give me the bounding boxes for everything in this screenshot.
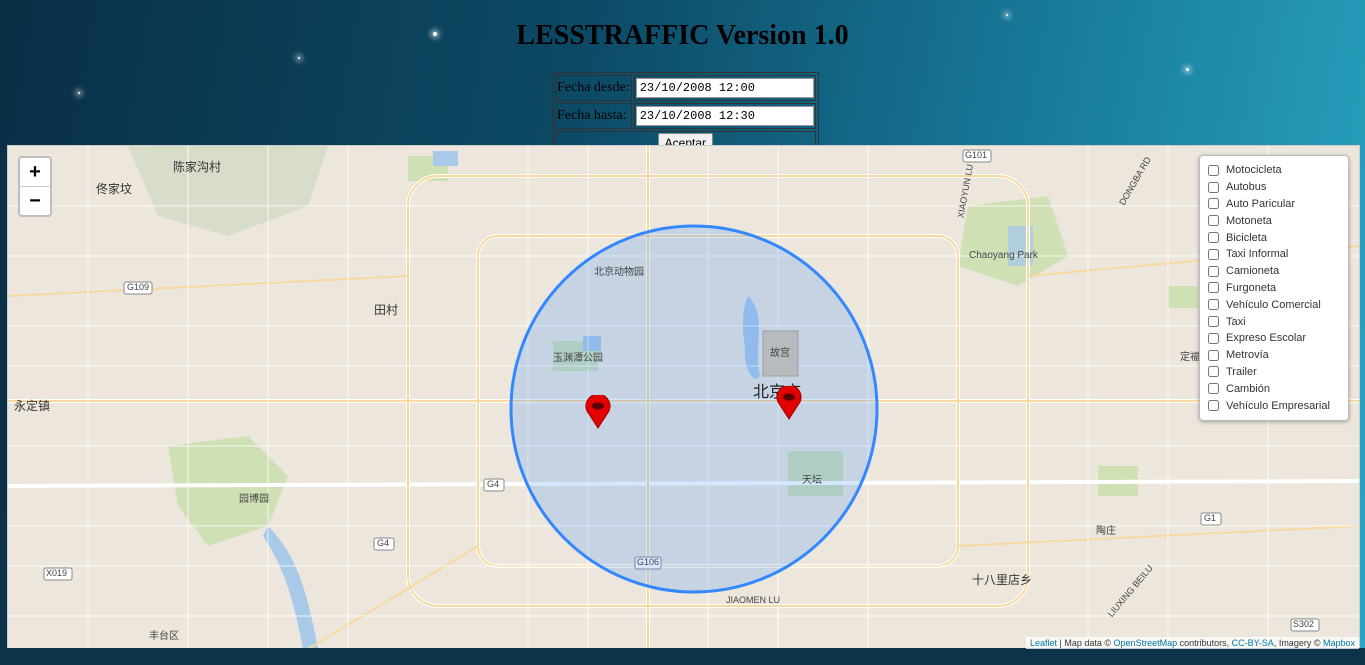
- layer-label: Taxi: [1226, 315, 1246, 328]
- layer-checkbox[interactable]: [1208, 198, 1219, 210]
- layer-label: Auto Paricular: [1226, 197, 1296, 210]
- layer-checkbox[interactable]: [1208, 349, 1219, 361]
- layer-option[interactable]: Camioneta: [1208, 263, 1342, 280]
- highway-shield-label: G109: [127, 282, 150, 292]
- map-label: Chaoyang Park: [969, 250, 1038, 261]
- cc-by-sa-link[interactable]: CC-BY-SA: [1232, 638, 1274, 648]
- zoom-out-button[interactable]: −: [20, 186, 50, 215]
- layer-checkbox[interactable]: [1208, 181, 1219, 193]
- attribution-text: | Map data ©: [1057, 638, 1114, 648]
- layer-option[interactable]: Cambión: [1208, 380, 1342, 397]
- map-pin-icon: [776, 384, 802, 420]
- layer-option[interactable]: Furgoneta: [1208, 280, 1342, 297]
- map-label: JIAOMEN LU: [726, 595, 781, 605]
- layer-label: Camioneta: [1226, 265, 1280, 278]
- layer-label: Autobus: [1226, 181, 1267, 194]
- from-date-label: Fecha desde:: [555, 75, 632, 101]
- layer-label: Taxi Informal: [1226, 248, 1289, 261]
- mapbox-link[interactable]: Mapbox: [1323, 638, 1355, 648]
- layer-option[interactable]: Motocicleta: [1208, 162, 1342, 179]
- layer-option[interactable]: Vehículo Comercial: [1208, 296, 1342, 313]
- from-date-input[interactable]: [635, 78, 814, 98]
- layer-checkbox[interactable]: [1208, 383, 1219, 395]
- attribution-text: contributors,: [1177, 638, 1232, 648]
- map-pin-icon: [585, 393, 611, 429]
- map-label: 故宫: [770, 348, 790, 359]
- layer-option[interactable]: Trailer: [1208, 364, 1342, 381]
- layer-option[interactable]: Auto Paricular: [1208, 196, 1342, 213]
- layer-label: Furgoneta: [1226, 281, 1277, 294]
- to-date-input[interactable]: [635, 106, 814, 126]
- layer-option[interactable]: Taxi Informal: [1208, 246, 1342, 263]
- map-view[interactable]: 陈家沟村 佟家坟 田村 永定镇 园博园 丰台区 北京动物园 玉渊潭公园 故宫 北…: [7, 145, 1360, 650]
- layer-label: Motocicleta: [1226, 164, 1282, 177]
- layer-label: Vehículo Comercial: [1226, 298, 1321, 311]
- layer-label: Metrovía: [1226, 349, 1269, 362]
- highway-shield-label: G4: [487, 479, 500, 489]
- layer-label: Bicicleta: [1226, 231, 1267, 244]
- map-attribution: Leaflet | Map data © OpenStreetMap contr…: [1026, 637, 1359, 649]
- highway-shield-label: G1: [1204, 513, 1217, 523]
- layer-option[interactable]: Bicicleta: [1208, 229, 1342, 246]
- layer-checkbox[interactable]: [1208, 366, 1219, 378]
- map-label: 园博园: [239, 494, 269, 505]
- layer-label: Expreso Escolar: [1226, 332, 1307, 345]
- to-date-label: Fecha hasta:: [555, 103, 632, 129]
- footer-background: [0, 648, 1365, 665]
- layer-checkbox[interactable]: [1208, 282, 1219, 294]
- layer-checkbox[interactable]: [1208, 332, 1219, 344]
- layer-option[interactable]: Autobus: [1208, 179, 1342, 196]
- zoom-in-button[interactable]: +: [20, 158, 50, 186]
- layer-option[interactable]: Motoneta: [1208, 212, 1342, 229]
- map-label: 丰台区: [149, 631, 179, 642]
- highway-shield-label: G106: [637, 557, 660, 567]
- layer-checkbox[interactable]: [1208, 400, 1219, 412]
- star-decoration: [78, 92, 80, 94]
- layer-option[interactable]: Expreso Escolar: [1208, 330, 1342, 347]
- layer-label: Motoneta: [1226, 214, 1272, 227]
- map-label: 北京动物园: [594, 267, 644, 278]
- layer-checkbox[interactable]: [1208, 232, 1219, 244]
- map-label: 陈家沟村: [173, 160, 222, 174]
- layer-option[interactable]: Metrovía: [1208, 347, 1342, 364]
- layer-checkbox[interactable]: [1208, 164, 1219, 176]
- map-label: 十八里店乡: [972, 573, 1033, 587]
- vehicle-layer-control: Motocicleta Autobus Auto Paricular Motoneta…: [1199, 155, 1349, 421]
- highway-shield-label: G101: [965, 150, 988, 160]
- map-label: 永定镇: [14, 399, 51, 413]
- map-label: 陶庄: [1096, 526, 1116, 537]
- layer-label: Cambión: [1226, 382, 1271, 395]
- layer-checkbox[interactable]: [1208, 316, 1219, 328]
- map-label: 天坛: [802, 475, 822, 486]
- highway-shield-label: X019: [46, 568, 68, 578]
- layer-option[interactable]: Vehículo Empresarial: [1208, 397, 1342, 414]
- layer-checkbox[interactable]: [1208, 299, 1219, 311]
- page-title: LESSTRAFFIC Version 1.0: [516, 20, 849, 51]
- layer-checkbox[interactable]: [1208, 248, 1219, 260]
- layer-label: Trailer: [1226, 365, 1257, 378]
- leaflet-link[interactable]: Leaflet: [1030, 638, 1057, 648]
- layer-checkbox[interactable]: [1208, 265, 1219, 277]
- star-decoration: [1186, 68, 1189, 71]
- star-decoration: [298, 57, 300, 59]
- map-marker-pin[interactable]: [774, 384, 804, 425]
- osm-link[interactable]: OpenStreetMap: [1114, 638, 1178, 648]
- map-label: 玉渊潭公园: [553, 353, 603, 364]
- attribution-text: , Imagery ©: [1273, 638, 1323, 648]
- map-tiles: [8, 146, 1359, 649]
- layer-checkbox[interactable]: [1208, 215, 1219, 227]
- search-radius-circle[interactable]: [509, 224, 879, 594]
- layer-label: Vehículo Empresarial: [1226, 399, 1330, 412]
- map-label: 佟家坟: [96, 182, 133, 196]
- map-label: 田村: [374, 303, 399, 317]
- layer-option[interactable]: Taxi: [1208, 313, 1342, 330]
- highway-shield-label: G4: [377, 538, 390, 548]
- map-marker-pin[interactable]: [583, 393, 613, 434]
- star-decoration: [1006, 14, 1008, 16]
- highway-shield-label: S302: [1293, 619, 1315, 629]
- zoom-control: + −: [18, 156, 52, 217]
